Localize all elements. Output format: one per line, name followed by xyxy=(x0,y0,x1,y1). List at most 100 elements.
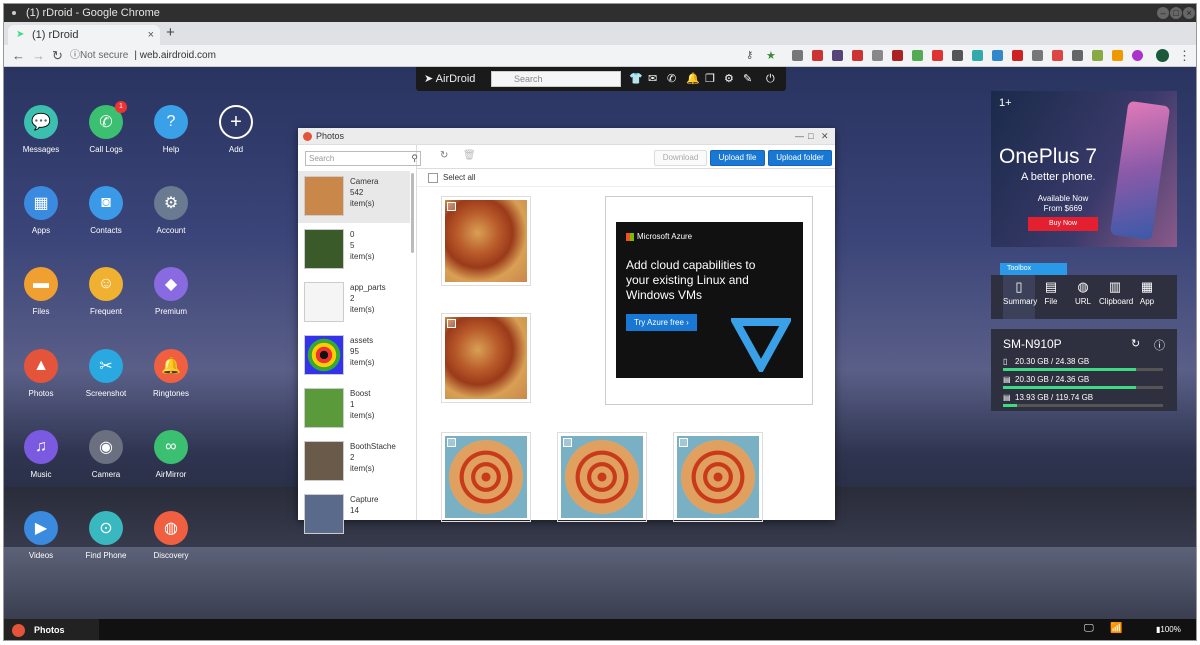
album-search-input[interactable]: Search ⚲ xyxy=(305,151,421,166)
azure-ad-banner[interactable]: Microsoft Azure Add cloud capabilities t… xyxy=(616,222,803,378)
buy-now-button[interactable]: Buy Now xyxy=(1028,217,1098,231)
photo-thumbnail[interactable] xyxy=(557,432,647,522)
extension-icon[interactable] xyxy=(1072,50,1083,61)
photo-checkbox[interactable] xyxy=(563,438,572,447)
extension-icon[interactable] xyxy=(1032,50,1043,61)
monitor-icon[interactable]: 🖵 xyxy=(1084,623,1094,634)
extension-icon[interactable] xyxy=(1052,50,1063,61)
bookmark-star-icon[interactable]: ★ xyxy=(766,47,776,65)
extension-icon[interactable] xyxy=(832,50,843,61)
album-item[interactable]: assets 95 item(s) xyxy=(298,330,410,382)
new-tab-icon[interactable]: + xyxy=(166,24,175,41)
back-icon[interactable]: ← xyxy=(12,47,25,65)
app-photos[interactable]: ▲ Photos xyxy=(11,349,71,398)
app-ringtones[interactable]: 🔔 Ringtones xyxy=(141,349,201,398)
minimize-icon[interactable]: – xyxy=(1157,7,1169,19)
forward-icon[interactable]: → xyxy=(32,47,45,65)
phone-icon[interactable]: ✆ xyxy=(667,71,676,87)
azure-ad[interactable]: Microsoft Azure Add cloud capabilities t… xyxy=(605,196,813,405)
toolbox-clipboard[interactable]: ▥ Clipboard xyxy=(1099,275,1133,319)
oneplus-ad[interactable]: 1+ OnePlus 7 A better phone. Available N… xyxy=(991,91,1177,247)
photo-thumbnail[interactable] xyxy=(441,313,531,403)
app-videos[interactable]: ▶ Videos xyxy=(11,511,71,560)
album-item[interactable]: Camera 542 item(s) xyxy=(298,171,410,223)
app-messages[interactable]: 💬 Messages xyxy=(11,105,71,154)
close-icon[interactable]: × xyxy=(1183,7,1195,19)
profile-avatar[interactable] xyxy=(1156,49,1169,62)
info-icon[interactable]: ⓘ xyxy=(1154,337,1165,353)
extension-icon[interactable] xyxy=(852,50,863,61)
app-frequent[interactable]: ☺ Frequent xyxy=(76,267,136,316)
photo-thumbnail[interactable] xyxy=(441,196,531,286)
extension-icon[interactable] xyxy=(1132,50,1143,61)
photo-thumbnail[interactable] xyxy=(673,432,763,522)
extension-icon[interactable] xyxy=(812,50,823,61)
extension-icon[interactable] xyxy=(952,50,963,61)
key-icon[interactable]: ⚷ xyxy=(746,47,753,65)
app-apps[interactable]: ▦ Apps xyxy=(11,186,71,235)
extension-icon[interactable] xyxy=(932,50,943,61)
extension-icon[interactable] xyxy=(972,50,983,61)
maximize-icon[interactable]: □ xyxy=(1170,7,1182,19)
taskbar-photos[interactable]: Photos xyxy=(4,619,99,640)
photos-window-titlebar[interactable]: Photos — □ ✕ xyxy=(298,128,835,145)
refresh-icon[interactable]: ↻ xyxy=(440,150,448,161)
toolbox-summary[interactable]: ▯ Summary xyxy=(1003,275,1037,319)
url-field[interactable]: Not secure | web.airdroid.com xyxy=(80,48,216,64)
select-all-row[interactable]: Select all xyxy=(417,169,835,187)
photo-checkbox[interactable] xyxy=(447,438,456,447)
extension-icon[interactable] xyxy=(872,50,883,61)
app-screenshot[interactable]: ✂ Screenshot xyxy=(76,349,136,398)
extension-icon[interactable] xyxy=(1012,50,1023,61)
app-premium[interactable]: ◆ Premium xyxy=(141,267,201,316)
gear-icon[interactable]: ⚙ xyxy=(724,71,734,87)
toolbar-search-input[interactable]: Search xyxy=(491,71,621,87)
app-account[interactable]: ⚙ Account xyxy=(141,186,201,235)
pen-icon[interactable]: ✎ xyxy=(743,71,752,87)
extension-icon[interactable] xyxy=(1092,50,1103,61)
browser-tab[interactable]: ➤ (1) rDroid × xyxy=(8,25,160,45)
app-music[interactable]: ♫ Music xyxy=(11,430,71,479)
upload-file-button[interactable]: Upload file xyxy=(710,150,765,166)
photo-checkbox[interactable] xyxy=(679,438,688,447)
photo-checkbox[interactable] xyxy=(447,319,456,328)
album-item[interactable]: app_parts 2 item(s) xyxy=(298,277,410,329)
bell-icon[interactable]: 🔔 xyxy=(686,71,700,87)
toolbox-file[interactable]: ▤ File xyxy=(1035,275,1067,319)
album-item[interactable]: 0 5 item(s) xyxy=(298,224,410,276)
toolbox-url[interactable]: ◍ URL xyxy=(1067,275,1099,319)
app-help[interactable]: ? Help xyxy=(141,105,201,154)
app-find-phone[interactable]: ⊙ Find Phone xyxy=(76,511,136,560)
album-item[interactable]: BoothStache 2 item(s) xyxy=(298,436,410,488)
app-add[interactable]: + Add xyxy=(206,105,266,154)
chrome-menu-icon[interactable]: ⋮ xyxy=(1178,47,1191,65)
window-menu-icon[interactable] xyxy=(12,11,16,16)
photo-checkbox[interactable] xyxy=(447,202,456,211)
app-contacts[interactable]: ◙ Contacts xyxy=(76,186,136,235)
tab-close-icon[interactable]: × xyxy=(148,25,154,45)
refresh-icon[interactable]: ↻ xyxy=(1131,337,1140,350)
delete-icon[interactable]: 🗑 xyxy=(463,150,476,161)
app-files[interactable]: ▬ Files xyxy=(11,267,71,316)
photo-thumbnail[interactable] xyxy=(441,432,531,522)
window-close-icon[interactable]: ✕ xyxy=(821,128,829,145)
album-item[interactable]: Boost 1 item(s) xyxy=(298,383,410,435)
extension-icon[interactable] xyxy=(792,50,803,61)
download-button[interactable]: Download xyxy=(654,150,707,166)
try-azure-button[interactable]: Try Azure free › xyxy=(626,314,697,331)
info-icon[interactable]: ⓘ xyxy=(70,47,80,65)
app-call-logs[interactable]: ✆ 1 Call Logs xyxy=(76,101,136,154)
wifi-icon[interactable]: 📶 xyxy=(1110,623,1122,634)
extension-icon[interactable] xyxy=(1112,50,1123,61)
app-airmirror[interactable]: ∞ AirMirror xyxy=(141,430,201,479)
reload-icon[interactable]: ↻ xyxy=(52,47,63,65)
app-camera[interactable]: ◉ Camera xyxy=(76,430,136,479)
extension-icon[interactable] xyxy=(912,50,923,61)
toolbox-app[interactable]: ▦ App xyxy=(1131,275,1163,319)
upload-folder-button[interactable]: Upload folder xyxy=(768,150,832,166)
extension-icon[interactable] xyxy=(992,50,1003,61)
power-icon[interactable]: ⏻ xyxy=(766,71,775,87)
app-discovery[interactable]: ◍ Discovery xyxy=(141,511,201,560)
shirt-icon[interactable]: 👕 xyxy=(629,71,643,87)
mail-icon[interactable]: ✉ xyxy=(648,71,657,87)
